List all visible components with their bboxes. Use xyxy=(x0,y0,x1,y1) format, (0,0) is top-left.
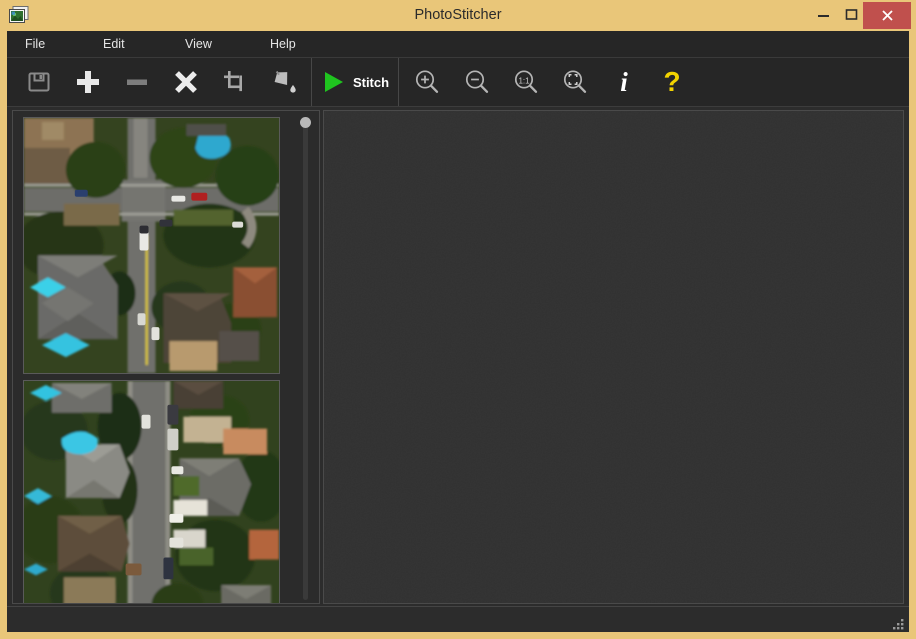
menu-item-file[interactable]: File xyxy=(15,31,55,57)
crop-icon xyxy=(224,71,242,92)
scrollbar-thumb[interactable] xyxy=(300,117,311,128)
menu-item-edit[interactable]: Edit xyxy=(93,31,135,57)
toolbar: Stitch 1:1 i ? xyxy=(7,58,909,106)
plus-icon xyxy=(77,71,99,93)
scrollbar-track[interactable] xyxy=(303,117,308,600)
cross-icon xyxy=(175,71,197,93)
magnifier-minus-icon xyxy=(465,70,489,93)
minus-icon xyxy=(127,79,147,85)
magnifier-plus-icon xyxy=(415,70,439,93)
floppy-disk-icon xyxy=(28,72,50,92)
menu-bar: File Edit View Help xyxy=(7,31,909,58)
stitch-preview-canvas[interactable] xyxy=(323,110,904,604)
canvas-texture xyxy=(324,111,903,603)
magnifier-1to1-icon: 1:1 xyxy=(514,70,538,93)
svg-text:1:1: 1:1 xyxy=(518,76,530,85)
stitch-button[interactable]: Stitch xyxy=(311,58,399,106)
window-title: PhotoStitcher xyxy=(414,7,502,23)
fill-button[interactable] xyxy=(264,62,304,102)
magnifier-fit-icon xyxy=(563,70,587,93)
info-i-icon: i xyxy=(620,66,628,97)
thumbnail-scrollbar[interactable] xyxy=(299,117,312,600)
zoom-out-button[interactable] xyxy=(457,62,497,102)
remove-image-button[interactable] xyxy=(117,62,157,102)
status-bar xyxy=(7,606,909,632)
zoom-in-button[interactable] xyxy=(407,62,447,102)
save-button[interactable] xyxy=(19,62,59,102)
aerial-photo-2 xyxy=(24,381,279,603)
main-body xyxy=(7,106,909,606)
paint-bucket-icon xyxy=(274,70,296,93)
photostitcher-window: PhotoStitcher File Edit View Help Stitch… xyxy=(0,0,916,639)
stitch-button-label: Stitch xyxy=(352,74,390,90)
aerial-photo-1 xyxy=(24,118,279,373)
help-button[interactable]: ? xyxy=(652,62,692,102)
thumbnail-aerial-street[interactable] xyxy=(23,380,280,603)
crop-button[interactable] xyxy=(215,62,255,102)
thumbnail-panel[interactable] xyxy=(12,110,320,604)
add-image-button[interactable] xyxy=(68,62,108,102)
thumbnail-aerial-intersection[interactable] xyxy=(23,117,280,374)
info-button[interactable]: i xyxy=(604,62,644,102)
clear-all-button[interactable] xyxy=(166,62,206,102)
question-mark-icon: ? xyxy=(663,66,681,97)
zoom-actual-button[interactable]: 1:1 xyxy=(506,62,546,102)
menu-item-view[interactable]: View xyxy=(175,31,222,57)
zoom-fit-button[interactable] xyxy=(555,62,595,102)
menu-item-help[interactable]: Help xyxy=(260,31,306,57)
play-triangle-icon xyxy=(324,72,343,92)
title-bar: PhotoStitcher xyxy=(0,0,916,31)
resize-grip-icon[interactable] xyxy=(892,616,906,630)
close-button[interactable] xyxy=(863,2,911,29)
